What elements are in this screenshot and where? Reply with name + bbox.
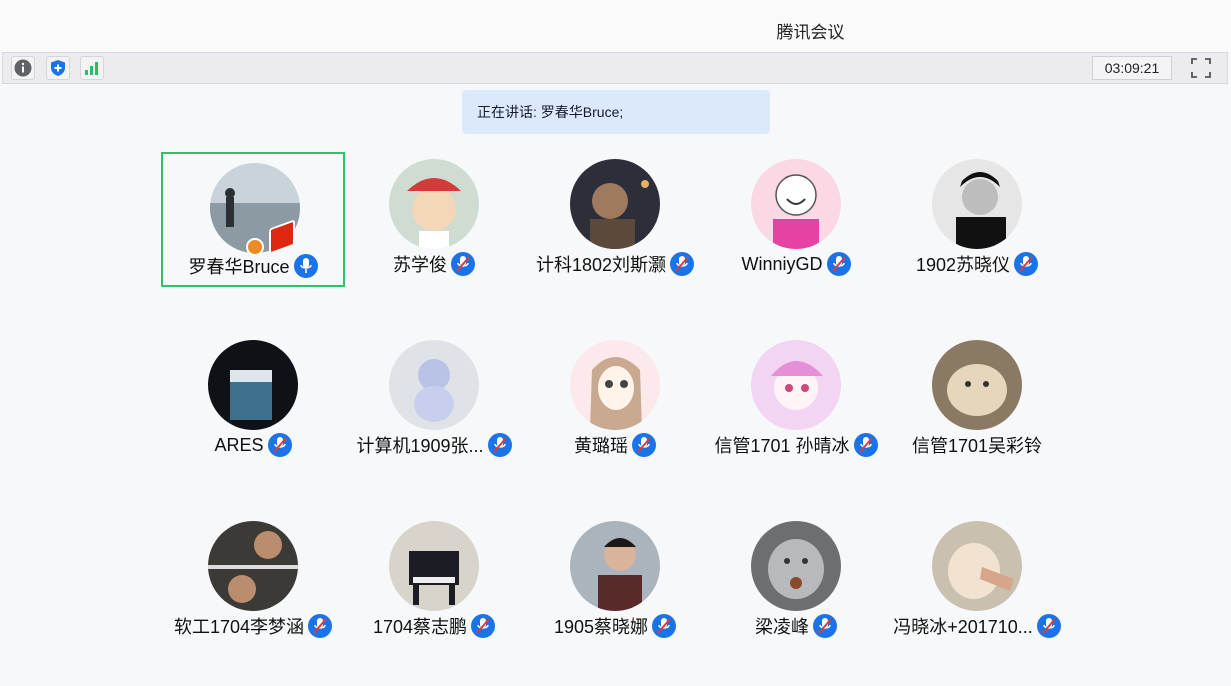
avatar: [570, 521, 660, 611]
avatar: [570, 159, 660, 249]
participant-name: 苏学俊: [393, 255, 447, 275]
participant-tile[interactable]: 1902苏晓仪: [885, 152, 1069, 287]
avatar: [208, 521, 298, 611]
microphone-muted-icon[interactable]: [451, 252, 475, 276]
avatar: [751, 159, 841, 249]
avatar: [389, 159, 479, 249]
participant-name: 罗春华Bruce: [188, 257, 290, 277]
signal-icon[interactable]: [80, 56, 104, 80]
avatar: [389, 340, 479, 430]
participant-name: 1902苏晓仪: [915, 255, 1011, 275]
participant-name: 黄璐瑶: [574, 436, 628, 456]
avatar: [208, 340, 298, 430]
participant-name: 冯晓冰+201710...: [893, 617, 1033, 637]
meeting-toolbar: 03:09:21: [2, 52, 1228, 84]
info-icon[interactable]: [11, 56, 35, 80]
avatar: [932, 159, 1022, 249]
fullscreen-icon[interactable]: [1189, 56, 1213, 80]
avatar: [570, 340, 660, 430]
microphone-muted-icon[interactable]: [1036, 614, 1061, 638]
participant-name: 1704蔡志鹏: [372, 617, 468, 637]
participant-name: 梁凌峰: [755, 617, 809, 637]
avatar: [751, 521, 841, 611]
participant-name: WinniyGD: [741, 253, 823, 274]
participant-name: 计算机1909张...: [356, 436, 484, 456]
microphone-muted-icon[interactable]: [813, 614, 837, 638]
avatar: [932, 340, 1022, 430]
avatar: [932, 521, 1022, 611]
avatar: [389, 521, 479, 611]
title-bar: 腾讯会议: [0, 0, 1231, 52]
participant-tile[interactable]: 冯晓冰+201710...: [885, 514, 1069, 649]
avatar: [751, 340, 841, 430]
participant-name: ARES: [214, 434, 264, 455]
microphone-muted-icon[interactable]: [1014, 252, 1039, 276]
microphone-muted-icon[interactable]: [632, 433, 656, 457]
meeting-timer: 03:09:21: [1092, 56, 1172, 80]
participant-name: 信管1701吴彩铃: [911, 436, 1043, 456]
active-speaker-banner: 正在讲话: 罗春华Bruce;: [462, 90, 770, 134]
participant-name: 计科1802刘斯灏: [535, 255, 667, 275]
participant-tile[interactable]: 信管1701吴彩铃: [885, 333, 1069, 468]
app-title: 腾讯会议: [776, 23, 845, 42]
participant-name: 软工1704李梦涵: [173, 617, 305, 637]
microphone-muted-icon[interactable]: [267, 433, 292, 457]
shield-icon[interactable]: [46, 56, 70, 80]
participant-name: 1905蔡晓娜: [553, 617, 649, 637]
participant-name: 信管1701 孙晴冰: [714, 436, 850, 456]
